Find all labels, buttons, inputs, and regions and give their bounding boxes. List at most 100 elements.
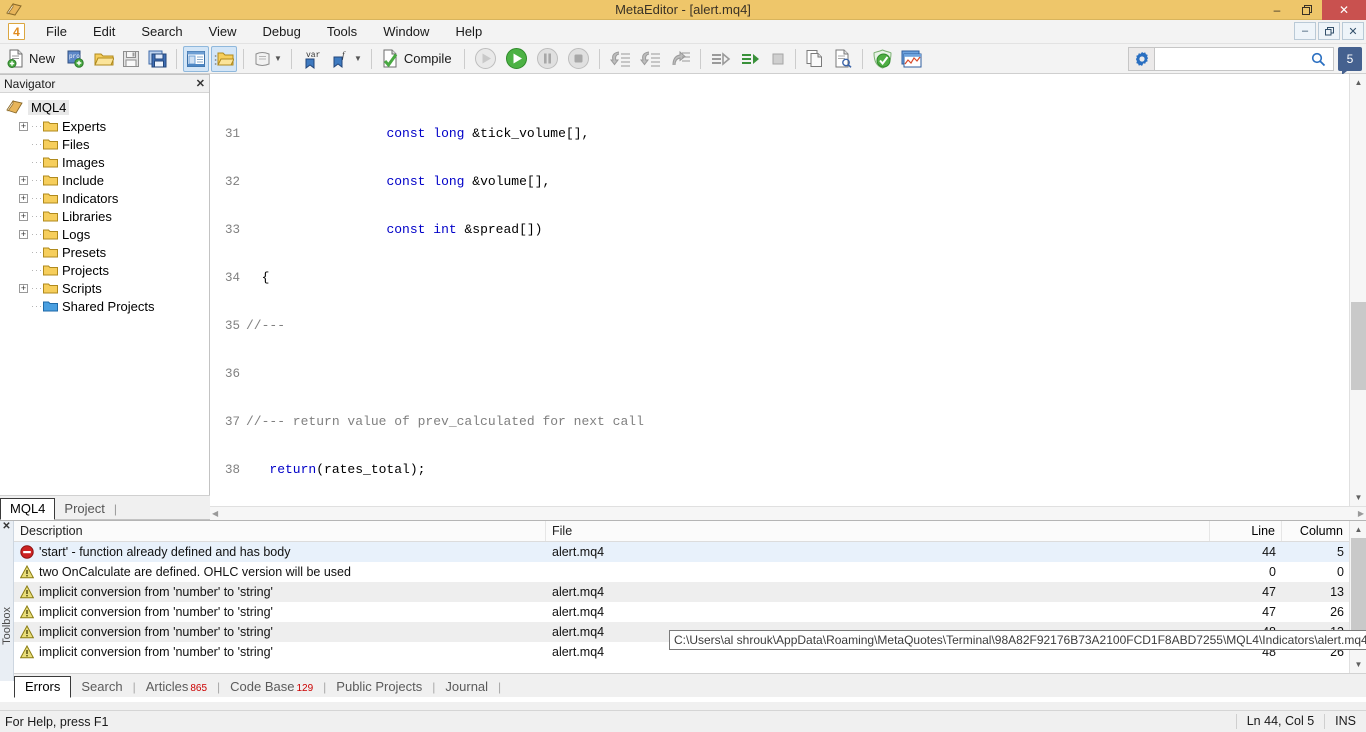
- scroll-right-icon[interactable]: ▶: [1358, 509, 1364, 518]
- tree-item-images[interactable]: ··· Images: [6, 153, 209, 171]
- tab-errors[interactable]: Errors: [14, 676, 71, 698]
- column-header-line[interactable]: Line: [1210, 521, 1282, 541]
- stop-button[interactable]: [564, 46, 593, 72]
- column-header-description[interactable]: Description: [14, 521, 546, 541]
- tree-item-experts[interactable]: + ··· Experts: [6, 117, 209, 135]
- open-button[interactable]: [91, 46, 117, 72]
- expand-icon[interactable]: +: [19, 212, 28, 221]
- chevron-down-icon[interactable]: ▼: [354, 54, 362, 63]
- menu-tools[interactable]: Tools: [314, 21, 370, 42]
- expand-icon[interactable]: +: [19, 284, 28, 293]
- expand-icon[interactable]: +: [19, 194, 28, 203]
- new-file-button[interactable]: New: [4, 46, 61, 72]
- tree-item-indicators[interactable]: + ··· Indicators: [6, 189, 209, 207]
- chevron-down-icon[interactable]: ▼: [274, 54, 282, 63]
- mdi-close-button[interactable]: ✕: [1342, 22, 1364, 40]
- row-file: alert.mq4: [546, 602, 1210, 622]
- table-row[interactable]: implicit conversion from 'number' to 'st…: [14, 602, 1366, 622]
- tree-item-libraries[interactable]: + ··· Libraries: [6, 207, 209, 225]
- tab-public-projects[interactable]: Public Projects: [326, 677, 432, 697]
- expand-icon[interactable]: +: [19, 230, 28, 239]
- table-row[interactable]: implicit conversion from 'number' to 'st…: [14, 582, 1366, 602]
- save-button[interactable]: [119, 46, 143, 72]
- tree-item-label: Images: [62, 155, 105, 170]
- close-button[interactable]: ✕: [1322, 0, 1366, 20]
- errors-vertical-scrollbar[interactable]: ▲ ▼: [1349, 521, 1366, 673]
- step-over-button[interactable]: [636, 46, 664, 72]
- insert-variable-button[interactable]: var: [298, 46, 326, 72]
- save-all-button[interactable]: [145, 46, 170, 72]
- mailbox-badge[interactable]: 5: [1338, 47, 1362, 71]
- scroll-up-icon[interactable]: ▲: [1350, 521, 1366, 538]
- column-header-file[interactable]: File: [546, 521, 1210, 541]
- editor-horizontal-scrollbar[interactable]: ◀ ▶: [210, 506, 1366, 520]
- tree-item-projects[interactable]: ··· Projects: [6, 261, 209, 279]
- step-out-button[interactable]: [666, 46, 694, 72]
- menu-help[interactable]: Help: [442, 21, 495, 42]
- insert-function-button[interactable]: f ▼: [328, 46, 365, 72]
- scroll-down-icon[interactable]: ▼: [1350, 489, 1366, 506]
- expand-icon[interactable]: +: [19, 122, 28, 131]
- copy-button[interactable]: [802, 46, 828, 72]
- editor-vertical-scrollbar[interactable]: ▲ ▼: [1349, 74, 1366, 506]
- debug-history-button[interactable]: [471, 46, 500, 72]
- minimize-button[interactable]: –: [1262, 0, 1292, 20]
- menu-view[interactable]: View: [196, 21, 250, 42]
- stop-debug-button[interactable]: [767, 46, 789, 72]
- tab-code-base[interactable]: Code Base 129: [220, 677, 323, 697]
- scroll-up-icon[interactable]: ▲: [1350, 74, 1366, 91]
- tab-journal[interactable]: Journal: [435, 677, 498, 697]
- scrollbar-thumb[interactable]: [1351, 538, 1366, 630]
- errors-grid[interactable]: Description File Line Column 'start' - f…: [14, 521, 1366, 673]
- scrollbar-thumb[interactable]: [1351, 302, 1366, 390]
- new-project-button[interactable]: proj: [63, 46, 89, 72]
- search-input[interactable]: [1154, 47, 1334, 71]
- clipboard-button[interactable]: ▼: [250, 46, 285, 72]
- var-bookmark-icon: var: [301, 49, 323, 69]
- maximize-button[interactable]: [1292, 0, 1322, 20]
- settings-button[interactable]: [1128, 47, 1154, 71]
- security-button[interactable]: [869, 46, 896, 72]
- continue-button[interactable]: [737, 46, 765, 72]
- menu-debug[interactable]: Debug: [250, 21, 314, 42]
- menu-file[interactable]: File: [33, 21, 80, 42]
- tree-item-files[interactable]: ··· Files: [6, 135, 209, 153]
- code-editor[interactable]: 31 const long &tick_volume[], 32 const l…: [210, 74, 1366, 520]
- start-button[interactable]: [502, 46, 531, 72]
- mdi-restore-button[interactable]: [1318, 22, 1340, 40]
- step-into-button[interactable]: [606, 46, 634, 72]
- mdi-minimize-button[interactable]: –: [1294, 22, 1316, 40]
- scroll-down-icon[interactable]: ▼: [1350, 656, 1366, 673]
- tree-item-presets[interactable]: ··· Presets: [6, 243, 209, 261]
- terminal-button[interactable]: [898, 46, 925, 72]
- table-row[interactable]: 'start' - function already defined and h…: [14, 542, 1366, 562]
- scroll-left-icon[interactable]: ◀: [212, 509, 218, 518]
- pause-button[interactable]: [533, 46, 562, 72]
- navigator-tab-mql4[interactable]: MQL4: [0, 498, 55, 520]
- find-in-file-button[interactable]: [830, 46, 856, 72]
- run-to-cursor-button[interactable]: [707, 46, 735, 72]
- tree-item-scripts[interactable]: + ··· Scripts: [6, 279, 209, 297]
- tree-item-logs[interactable]: + ··· Logs: [6, 225, 209, 243]
- close-icon[interactable]: ✕: [0, 521, 13, 533]
- tab-articles-label: Articles: [146, 679, 189, 694]
- toggle-toolbox-button[interactable]: [211, 46, 237, 72]
- compile-button[interactable]: Compile: [378, 46, 458, 72]
- navigator-tab-project[interactable]: Project: [55, 499, 113, 519]
- table-row[interactable]: two OnCalculate are defined. OHLC versio…: [14, 562, 1366, 582]
- menu-search[interactable]: Search: [128, 21, 195, 42]
- tree-item-include[interactable]: + ··· Include: [6, 171, 209, 189]
- tab-articles[interactable]: Articles 865: [136, 677, 217, 697]
- menu-window[interactable]: Window: [370, 21, 442, 42]
- code-lines[interactable]: 31 const long &tick_volume[], 32 const l…: [210, 78, 1342, 506]
- column-header-column[interactable]: Column: [1282, 521, 1350, 541]
- tree-root-mql4[interactable]: MQL4: [6, 98, 209, 117]
- tab-search[interactable]: Search: [71, 677, 132, 697]
- menu-edit[interactable]: Edit: [80, 21, 128, 42]
- search-icon[interactable]: [1311, 52, 1326, 67]
- tree-item-shared-projects[interactable]: ··· Shared Projects: [6, 297, 209, 315]
- close-icon[interactable]: ✕: [196, 77, 205, 90]
- row-line: 47: [1210, 582, 1282, 602]
- expand-icon[interactable]: +: [19, 176, 28, 185]
- toggle-navigator-button[interactable]: [183, 46, 209, 72]
